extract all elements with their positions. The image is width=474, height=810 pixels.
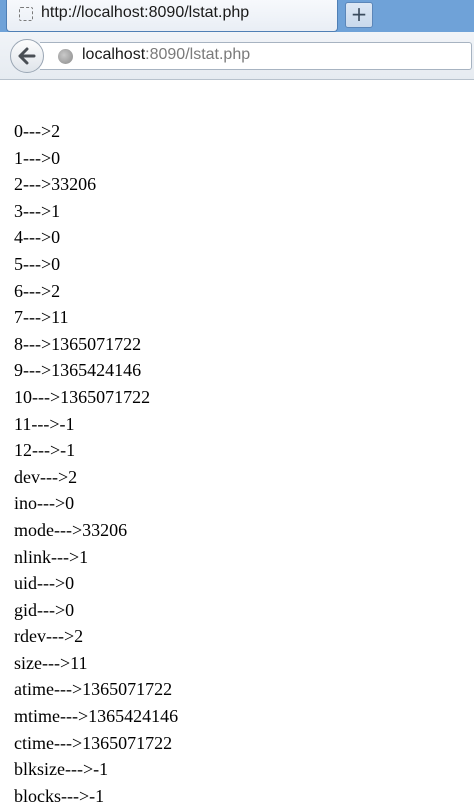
blank-page-icon: [19, 7, 33, 21]
address-bar[interactable]: localhost:8090/lstat.php: [40, 42, 472, 70]
output-line: 3--->1: [14, 200, 61, 221]
url-path: :8090/lstat.php: [145, 46, 251, 63]
output-line: uid--->0: [14, 573, 75, 594]
tab-lstat[interactable]: http://localhost:8090/lstat.php: [6, 0, 338, 32]
url-text[interactable]: localhost:8090/lstat.php: [82, 46, 250, 64]
output-line: 0--->2: [14, 121, 61, 141]
output-line: atime--->1365071722: [14, 679, 173, 700]
back-arrow-icon: [18, 47, 36, 65]
tab-title: http://localhost:8090/lstat.php: [41, 4, 250, 21]
output-line: 4--->0: [14, 227, 61, 248]
globe-icon: [58, 49, 73, 64]
tab-strip: http://localhost:8090/lstat.php +: [0, 0, 474, 32]
output-line: 2--->33206: [14, 174, 97, 195]
output-line: 11--->-1: [14, 413, 75, 434]
output-line: blksize--->-1: [14, 759, 109, 780]
output-line: 6--->2: [14, 280, 61, 301]
url-host: localhost: [82, 46, 146, 63]
output-line: 9--->1365424146: [14, 360, 142, 381]
output-line: dev--->2: [14, 466, 78, 487]
output-line: 12--->-1: [14, 440, 76, 461]
page-content: 0--->2 1--->0 2--->33206 3--->1 4--->0 5--->0…: [14, 118, 464, 809]
back-button[interactable]: [10, 39, 44, 73]
output-line: ino--->0: [14, 493, 75, 514]
output-line: mtime--->1365424146: [14, 706, 179, 727]
output-line: gid--->0: [14, 599, 75, 620]
output-line: 7--->11: [14, 307, 69, 328]
output-line: 10--->1365071722: [14, 386, 151, 407]
output-line: 5--->0: [14, 253, 61, 274]
output-line: mode--->33206: [14, 519, 128, 540]
navigation-bar: localhost:8090/lstat.php: [0, 32, 474, 80]
new-tab-button[interactable]: +: [345, 2, 373, 28]
browser-window: http://localhost:8090/lstat.php + localh…: [0, 0, 474, 810]
output-line: ctime--->1365071722: [14, 732, 173, 753]
output-line: blocks--->-1: [14, 785, 105, 806]
output-line: nlink--->1: [14, 546, 89, 567]
output-line: 8--->1365071722: [14, 333, 142, 354]
output-line: rdev--->2: [14, 626, 84, 647]
output-line: 1--->0: [14, 147, 61, 168]
output-line: size--->11: [14, 652, 88, 673]
